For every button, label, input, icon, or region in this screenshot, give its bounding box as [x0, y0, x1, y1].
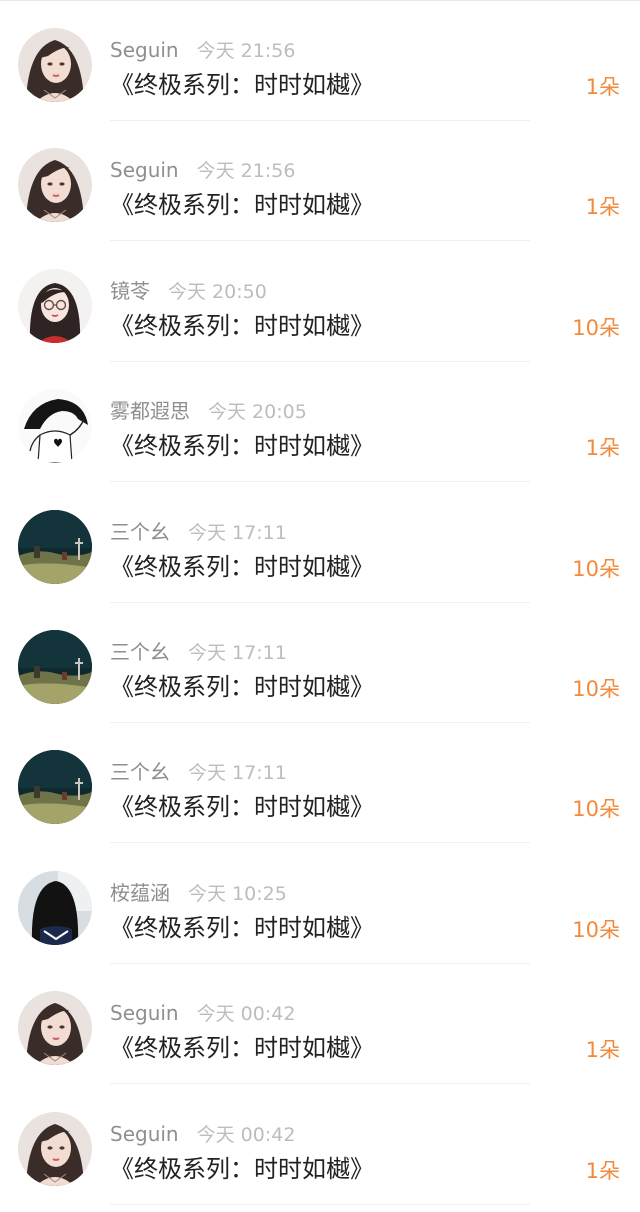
girl-portrait-icon[interactable] [18, 28, 92, 102]
book-title: 《终极系列：时时如樾》 [110, 913, 374, 942]
timestamp: 今天 21:56 [196, 40, 296, 62]
username[interactable]: 雾都遐思 [110, 399, 190, 423]
girl-dark-hair-icon[interactable] [18, 870, 92, 945]
gift-meta: 三个幺 今天 17:11 [110, 518, 287, 546]
gift-row[interactable]: 三个幺 今天 17:11 《终极系列：时时如樾》 10朵 [0, 723, 640, 844]
book-title: 《终极系列：时时如樾》 [110, 552, 374, 581]
flower-count: 10朵 [572, 917, 620, 942]
flower-count: 10朵 [572, 556, 620, 581]
gift-meta: Seguin 今天 00:42 [110, 1120, 295, 1148]
book-title: 《终极系列：时时如樾》 [110, 311, 374, 340]
username[interactable]: Seguin [110, 1122, 179, 1146]
username[interactable]: Seguin [110, 38, 179, 62]
timestamp: 今天 17:11 [188, 521, 287, 544]
username[interactable]: 三个幺 [110, 520, 170, 544]
username[interactable]: Seguin [110, 158, 179, 182]
flower-count: 1朵 [585, 195, 620, 220]
book-title: 《终极系列：时时如樾》 [110, 793, 374, 822]
timestamp: 今天 10:25 [188, 882, 287, 905]
flower-count: 10朵 [572, 677, 620, 701]
book-title: 《终极系列：时时如樾》 [110, 71, 374, 99]
gift-meta: Seguin 今天 00:42 [110, 999, 295, 1027]
timestamp: 今天 20:50 [168, 280, 267, 303]
username[interactable]: 桉蕴涵 [110, 881, 170, 905]
flower-count: 1朵 [585, 1038, 620, 1063]
gift-meta: 桉蕴涵 今天 10:25 [110, 879, 287, 907]
timestamp: 今天 00:42 [196, 1003, 296, 1026]
gift-row[interactable]: Seguin 今天 21:56 《终极系列：时时如樾》 1朵 [0, 1, 640, 121]
timestamp: 今天 21:56 [196, 160, 296, 183]
girl-portrait-icon[interactable] [18, 991, 92, 1066]
timestamp: 今天 20:05 [208, 401, 307, 424]
timestamp: 今天 17:11 [188, 642, 287, 664]
book-title: 《终极系列：时时如樾》 [110, 1154, 374, 1183]
username[interactable]: 三个幺 [110, 760, 170, 784]
gift-row[interactable]: 镜苓 今天 20:50 《终极系列：时时如樾》 10朵 [0, 242, 640, 362]
gift-meta: 三个幺 今天 17:11 [110, 758, 287, 786]
gift-row[interactable]: 三个幺 今天 17:11 《终极系列：时时如樾》 10朵 [0, 483, 640, 603]
flower-count: 10朵 [572, 315, 620, 340]
night-field-icon[interactable] [18, 630, 92, 704]
flower-count: 1朵 [585, 75, 620, 99]
girl-portrait-icon[interactable] [18, 1111, 92, 1186]
gift-meta: 三个幺 今天 17:11 [110, 638, 287, 666]
timestamp: 今天 00:42 [196, 1123, 296, 1146]
flower-count: 1朵 [585, 1158, 620, 1183]
gift-row[interactable]: 雾都遐思 今天 20:05 《终极系列：时时如樾》 1朵 [0, 362, 640, 483]
gift-meta: Seguin 今天 21:56 [110, 156, 295, 184]
username[interactable]: 镜苓 [110, 279, 150, 303]
username[interactable]: Seguin [110, 1001, 179, 1025]
night-field-icon[interactable] [18, 750, 92, 825]
book-title: 《终极系列：时时如樾》 [110, 673, 374, 701]
flower-count: 10朵 [572, 797, 620, 822]
book-title: 《终极系列：时时如樾》 [110, 1034, 374, 1063]
flower-count: 1朵 [585, 436, 620, 461]
gift-row[interactable]: Seguin 今天 00:42 《终极系列：时时如樾》 1朵 [0, 1085, 640, 1205]
gift-record-list: Seguin 今天 21:56 《终极系列：时时如樾》 1朵 Seguin 今天 21:5… [0, 0, 640, 1212]
timestamp: 今天 17:11 [188, 762, 287, 785]
night-field-icon[interactable] [18, 509, 92, 584]
girl-glasses-icon[interactable] [18, 268, 92, 343]
gift-meta: 镜苓 今天 20:50 [110, 277, 267, 305]
gift-row[interactable]: Seguin 今天 21:56 《终极系列：时时如樾》 1朵 [0, 121, 640, 242]
gift-meta: 雾都遐思 今天 20:05 [110, 397, 307, 425]
gift-row[interactable]: 桉蕴涵 今天 10:25 《终极系列：时时如樾》 10朵 [0, 844, 640, 964]
book-title: 《终极系列：时时如樾》 [110, 432, 374, 461]
girl-portrait-icon[interactable] [18, 148, 92, 223]
username[interactable]: 三个幺 [110, 640, 170, 664]
sketch-heart-icon[interactable] [18, 389, 92, 464]
gift-meta: Seguin 今天 21:56 [110, 36, 295, 64]
gift-row[interactable]: Seguin 今天 00:42 《终极系列：时时如樾》 1朵 [0, 964, 640, 1085]
book-title: 《终极系列：时时如樾》 [110, 191, 374, 220]
gift-row[interactable]: 三个幺 今天 17:11 《终极系列：时时如樾》 10朵 [0, 603, 640, 723]
